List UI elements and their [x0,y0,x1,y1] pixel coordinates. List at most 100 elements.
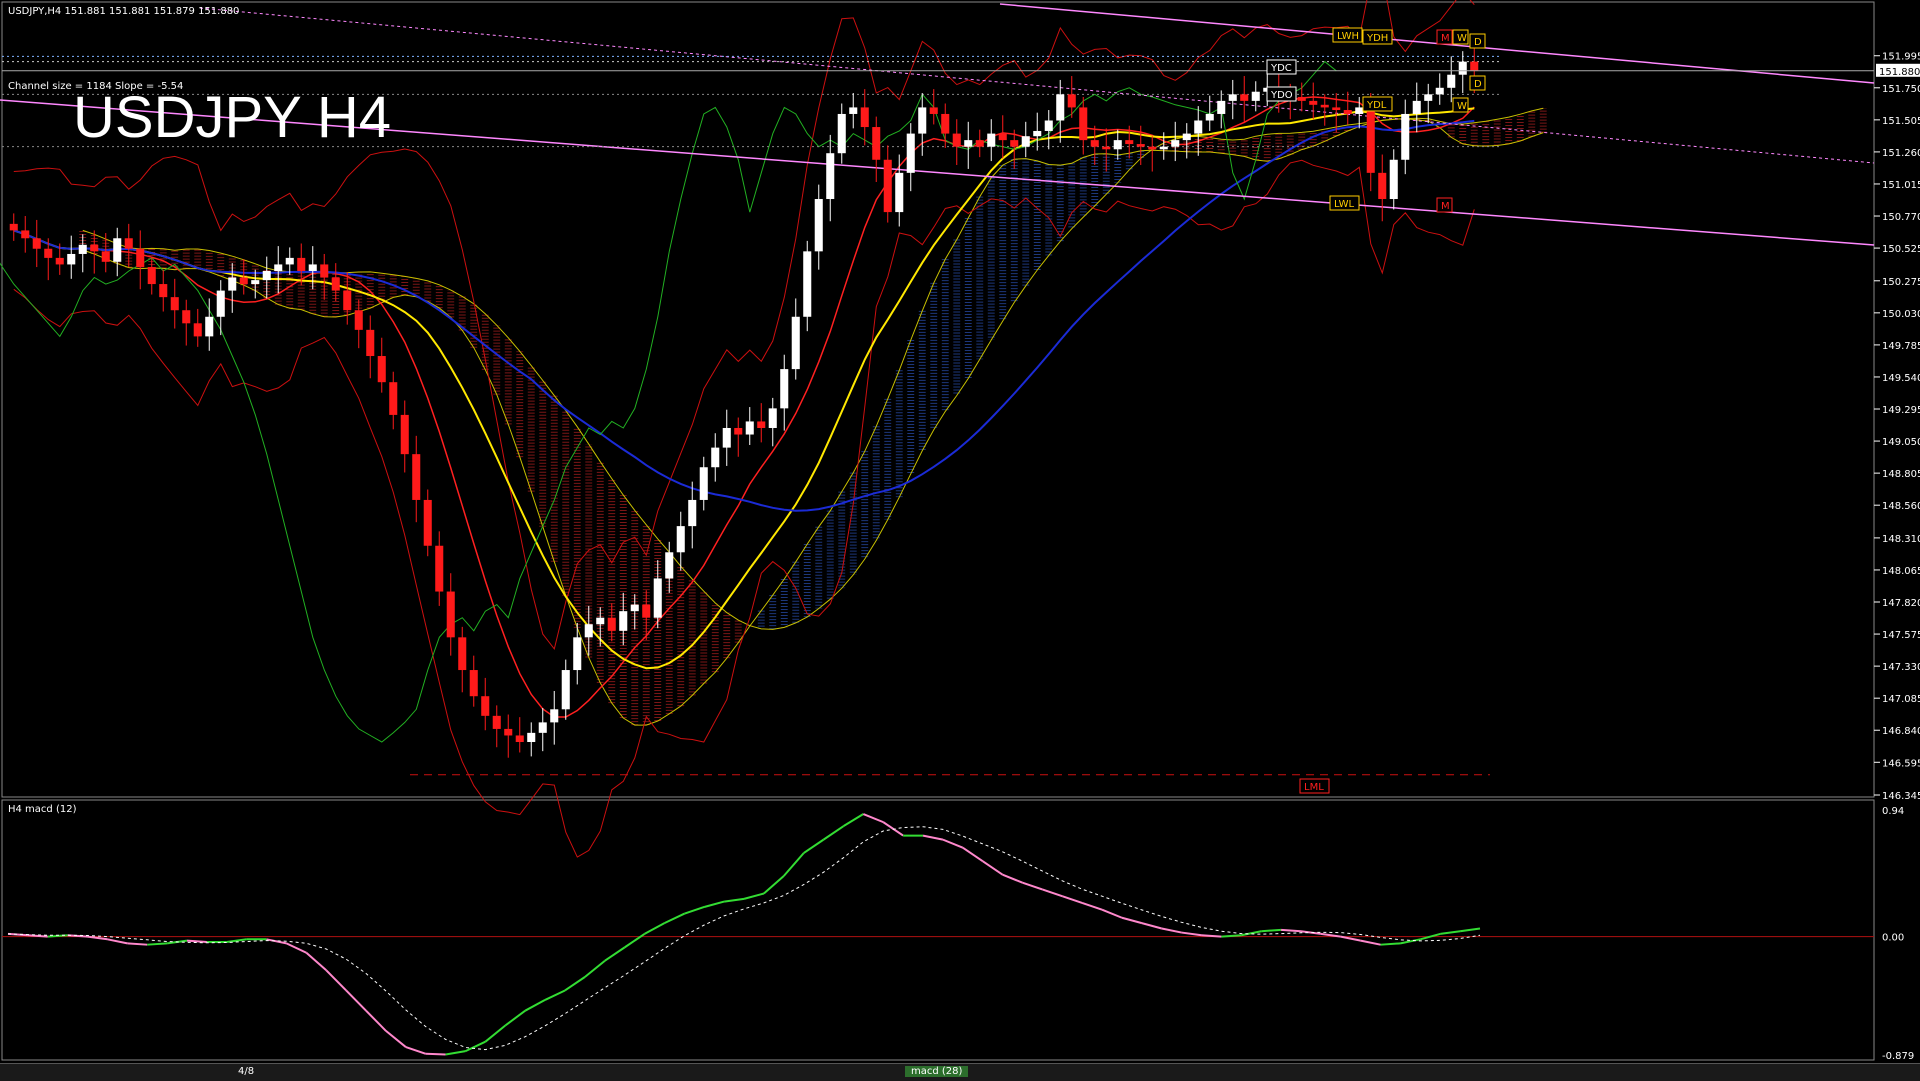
price-tick-label: 150.030 [1882,309,1920,320]
candle-body [607,617,616,631]
candle-body [1182,133,1191,141]
candle-body [182,310,191,324]
candle-body [630,604,639,612]
macd-tick-label: 0.00 [1882,933,1904,944]
price-tick-label: 149.785 [1882,341,1920,352]
candle-body [515,735,524,743]
candle-body [1194,120,1203,134]
candle-body [780,369,789,409]
candle-body [998,133,1007,141]
candle-body [1044,120,1053,131]
candle-body [538,722,547,733]
tag-w-lower: W [1457,101,1467,112]
price-tick-label: 150.275 [1882,277,1920,288]
price-tick-label: 148.065 [1882,566,1920,577]
candle-body [872,127,881,160]
candle-body [1171,140,1180,147]
candle-body [837,113,846,154]
candle-body [929,107,938,114]
tag-ydo: YDO [1270,90,1293,101]
candle-body [262,270,271,281]
price-tick-label: 151.015 [1882,180,1920,191]
candle-body [1378,172,1387,200]
tag-m-lower: M [1441,201,1450,212]
candle-body [584,624,593,638]
candle-body [458,637,467,671]
candle-body [1355,107,1364,114]
macd-tick-label: 0.94 [1882,806,1904,817]
candle-body [1401,113,1410,160]
candle-body [768,408,777,428]
tab-center-label[interactable]: macd (28) [905,1066,969,1077]
candle-body [377,356,386,383]
candle-body [320,264,329,278]
trading-chart[interactable]: USDJPY,H4 151.881 151.881 151.879 151.88… [0,0,1920,1080]
macd-segment [1281,928,1302,933]
macd-segment [1261,928,1282,933]
candle-body [423,499,432,546]
price-tick-label: 147.575 [1882,630,1920,641]
candle-body [550,709,559,723]
price-tick-label: 151.750 [1882,84,1920,95]
candle-body [343,290,352,311]
price-tick-label: 147.330 [1882,662,1920,673]
candle-body [67,253,76,265]
tag-ydh: YDH [1366,33,1388,44]
candle-body [803,251,812,317]
price-tick-label: 146.595 [1882,758,1920,769]
candle-body [642,604,651,618]
candle-body [1217,100,1226,114]
candle-body [1458,61,1467,75]
candle-body [757,421,766,428]
candle-body [573,637,582,671]
price-tick-label: 147.820 [1882,598,1920,609]
candle-body [9,223,18,231]
candle-body [21,230,30,239]
candle-body [1067,94,1076,108]
candle-body [1343,110,1352,114]
macd-segment [1380,942,1401,946]
candle-body [389,382,398,415]
tab-left-label[interactable]: 4/8 [238,1066,254,1077]
candle-body [446,591,455,638]
candle-body [596,617,605,625]
current-price-label: 151.880 [1879,67,1920,78]
candle-body [1033,130,1042,137]
candle-body [895,172,904,213]
price-tick-label: 150.525 [1882,244,1920,255]
candle-body [860,107,869,128]
candle-body [1079,107,1088,141]
candle-body [1412,100,1421,114]
candle-body [975,140,984,147]
macd-segment [147,942,168,946]
price-tick-label: 146.840 [1882,726,1920,737]
candle-body [1251,91,1260,101]
price-tick-label: 151.995 [1882,52,1920,63]
candle-body [1470,61,1479,71]
candle-body [170,297,179,311]
tag-m-upper: M [1441,33,1450,44]
candle-body [1297,96,1306,101]
candle-body [412,454,421,500]
candle-body [1366,107,1375,173]
candle-body [952,133,961,147]
candle-body [883,159,892,213]
candle-body [826,153,835,200]
candle-body [331,277,340,291]
macd-segment [186,939,207,943]
candle-body [469,670,478,697]
tag-d-lower: D [1474,79,1482,90]
candle-body [297,257,306,271]
macd-tick-label: -0.879 [1882,1051,1914,1062]
candle-body [228,277,237,291]
candle-body [1205,113,1214,121]
candle-body [251,280,260,285]
candle-body [159,284,168,298]
macd-segment [425,1052,446,1056]
price-tick-label: 151.505 [1882,116,1920,127]
price-tick-label: 149.540 [1882,373,1920,384]
price-tick-label: 146.345 [1882,791,1920,802]
bottom-tab-bar: 4/8 macd (28) [0,1063,1920,1081]
candle-body [1159,146,1168,150]
candle-body [906,133,915,173]
